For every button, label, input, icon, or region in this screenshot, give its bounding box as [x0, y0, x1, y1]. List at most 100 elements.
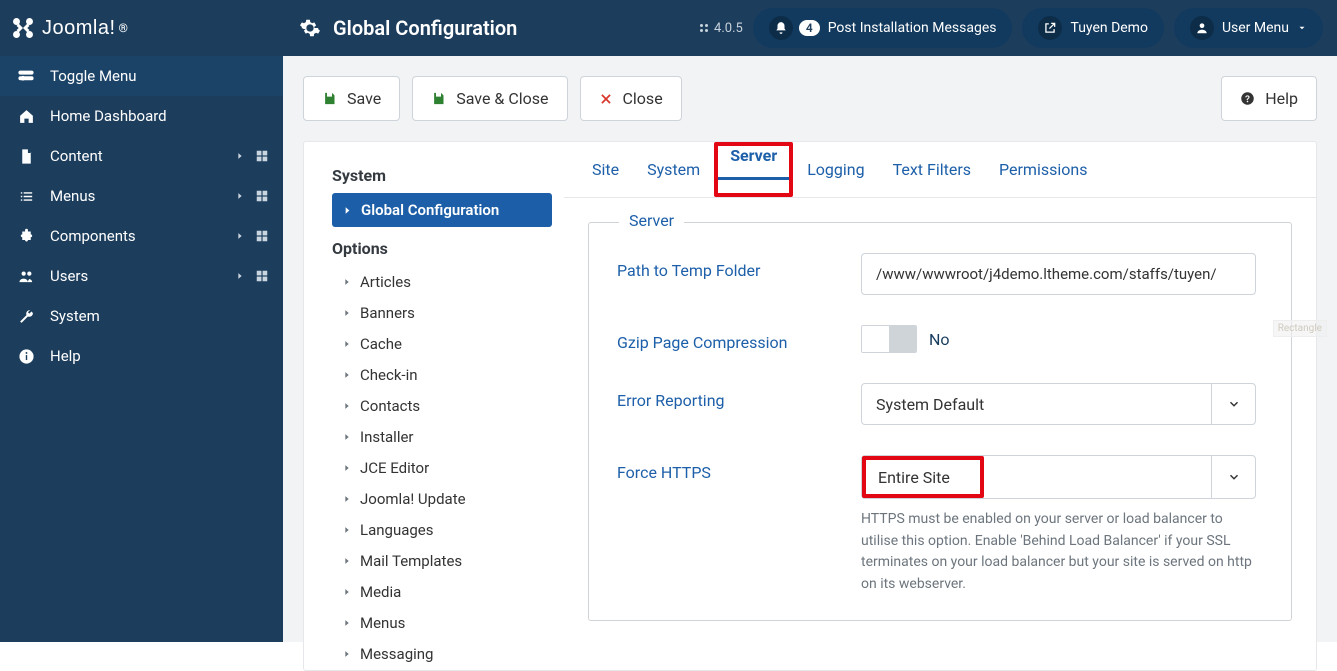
brand-logo[interactable]: Joomla! ®	[0, 15, 283, 41]
chevron-right-icon	[342, 401, 352, 411]
path-label: Path to Temp Folder	[617, 253, 861, 280]
option-contacts[interactable]: Contacts	[332, 390, 552, 421]
tab-permissions[interactable]: Permissions	[985, 142, 1101, 197]
force-https-select[interactable]: Entire Site	[861, 455, 1256, 499]
gzip-value: No	[929, 330, 950, 349]
close-button[interactable]: Close	[580, 76, 682, 121]
gzip-label: Gzip Page Compression	[617, 325, 861, 352]
watermark: Rectangle	[1273, 320, 1327, 337]
path-input[interactable]	[861, 253, 1256, 295]
chevron-right-icon	[235, 271, 245, 281]
tab-site[interactable]: Site	[578, 142, 633, 197]
version-badge: 4.0.5	[698, 21, 743, 36]
puzzle-icon	[14, 228, 38, 245]
question-icon	[1240, 91, 1255, 106]
notifications-button[interactable]: 4 Post Installation Messages	[753, 8, 1013, 48]
options-heading: Options	[332, 239, 552, 258]
grid-icon[interactable]	[255, 189, 269, 203]
brand-text: Joomla!	[42, 17, 116, 40]
chevron-right-icon	[342, 494, 352, 504]
sidebar-item-help[interactable]: Help	[0, 336, 283, 376]
chevron-right-icon	[342, 556, 352, 566]
help-button[interactable]: Help	[1221, 76, 1317, 121]
wrench-icon	[14, 308, 38, 325]
users-icon	[14, 268, 38, 285]
save-close-button[interactable]: Save & Close	[412, 76, 567, 121]
option-menus[interactable]: Menus	[332, 607, 552, 638]
option-mail-templates[interactable]: Mail Templates	[332, 545, 552, 576]
global-configuration-item[interactable]: Global Configuration	[332, 193, 552, 227]
option-cache[interactable]: Cache	[332, 328, 552, 359]
gzip-toggle[interactable]	[861, 325, 917, 353]
sidebar: Toggle Menu Home DashboardContentMenusCo…	[0, 56, 283, 642]
site-link-label: Tuyen Demo	[1070, 20, 1147, 36]
option-check-in[interactable]: Check-in	[332, 359, 552, 390]
chevron-right-icon	[342, 308, 352, 318]
notif-label: Post Installation Messages	[828, 20, 997, 36]
bell-icon	[769, 16, 793, 40]
toolbar: Save Save & Close Close Help	[283, 56, 1337, 121]
chevron-right-icon	[342, 205, 353, 216]
home-icon	[14, 108, 38, 125]
option-jce-editor[interactable]: JCE Editor	[332, 452, 552, 483]
chevron-right-icon	[235, 191, 245, 201]
user-menu-label: User Menu	[1222, 20, 1289, 36]
chevron-right-icon	[342, 649, 352, 659]
toggle-label: Toggle Menu	[50, 67, 137, 85]
option-messaging[interactable]: Messaging	[332, 638, 552, 669]
gear-icon	[299, 17, 321, 39]
sidebar-item-menus[interactable]: Menus	[0, 176, 283, 216]
option-joomla-update[interactable]: Joomla! Update	[332, 483, 552, 514]
option-installer[interactable]: Installer	[332, 421, 552, 452]
joomla-small-icon	[698, 22, 710, 34]
option-languages[interactable]: Languages	[332, 514, 552, 545]
grid-icon[interactable]	[255, 149, 269, 163]
https-description: HTTPS must be enabled on your server or …	[861, 509, 1256, 596]
grid-icon[interactable]	[255, 269, 269, 283]
tab-system[interactable]: System	[633, 142, 714, 197]
fieldset-legend: Server	[619, 211, 684, 230]
chevron-right-icon	[342, 587, 352, 597]
sidebar-item-home-dashboard[interactable]: Home Dashboard	[0, 96, 283, 136]
sidebar-item-system[interactable]: System	[0, 296, 283, 336]
config-component-list: System Global Configuration Options Arti…	[304, 142, 564, 670]
sidebar-item-components[interactable]: Components	[0, 216, 283, 256]
tab-text-filters[interactable]: Text Filters	[879, 142, 985, 197]
chevron-right-icon	[342, 370, 352, 380]
sidebar-item-content[interactable]: Content	[0, 136, 283, 176]
external-link-icon	[1038, 16, 1062, 40]
sidebar-item-users[interactable]: Users	[0, 256, 283, 296]
option-articles[interactable]: Articles	[332, 266, 552, 297]
joomla-icon	[10, 15, 36, 41]
file-icon	[14, 148, 38, 165]
option-media[interactable]: Media	[332, 576, 552, 607]
save-icon	[322, 91, 337, 106]
grid-icon[interactable]	[255, 229, 269, 243]
chevron-right-icon	[342, 463, 352, 473]
chevron-down-icon	[1211, 456, 1255, 498]
notif-count: 4	[799, 20, 820, 36]
toggle-menu-button[interactable]: Toggle Menu	[0, 56, 283, 96]
toggle-icon	[14, 67, 38, 85]
chevron-down-icon	[1297, 23, 1307, 33]
config-tabs: SiteSystemServerLoggingText FiltersPermi…	[564, 142, 1316, 198]
tab-server[interactable]: Server	[718, 132, 789, 179]
tab-logging[interactable]: Logging	[793, 142, 878, 197]
close-icon	[599, 92, 613, 106]
https-label: Force HTTPS	[617, 455, 861, 482]
chevron-right-icon	[235, 151, 245, 161]
site-link-button[interactable]: Tuyen Demo	[1022, 8, 1163, 48]
chevron-right-icon	[235, 231, 245, 241]
server-fieldset: Server Path to Temp Folder Gzip Page Com…	[588, 222, 1292, 621]
error-reporting-select[interactable]: System Default	[861, 383, 1256, 425]
chevron-right-icon	[342, 618, 352, 628]
chevron-right-icon	[342, 525, 352, 535]
chevron-right-icon	[342, 277, 352, 287]
save-button[interactable]: Save	[303, 76, 400, 121]
option-banners[interactable]: Banners	[332, 297, 552, 328]
error-label: Error Reporting	[617, 383, 861, 410]
user-menu-button[interactable]: User Menu	[1174, 8, 1323, 48]
system-heading: System	[332, 166, 552, 185]
chevron-right-icon	[342, 432, 352, 442]
save-icon	[431, 91, 446, 106]
